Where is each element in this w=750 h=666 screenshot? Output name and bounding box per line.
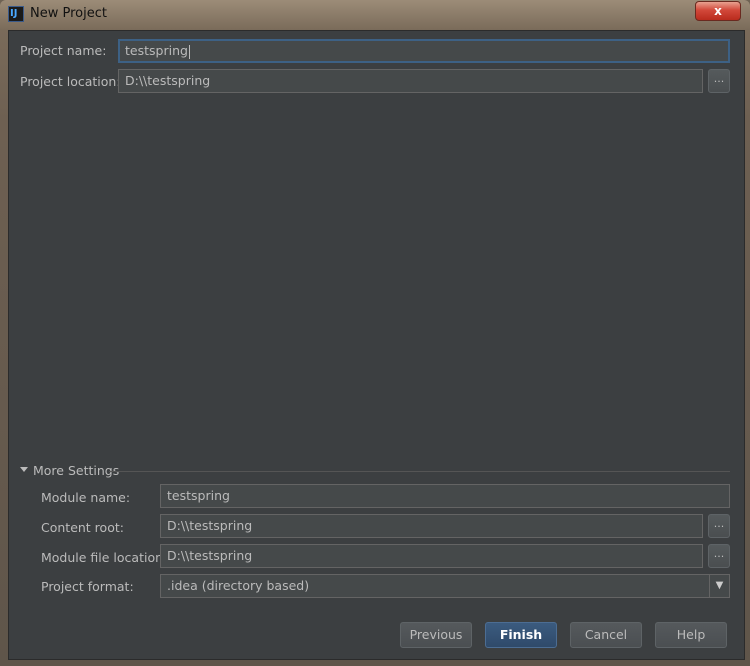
help-button[interactable]: Help	[655, 622, 727, 648]
more-settings-toggle[interactable]: More Settings	[33, 463, 119, 478]
collapse-triangle-icon[interactable]	[20, 467, 28, 472]
title-bar[interactable]: IJ New Project x	[0, 0, 750, 28]
previous-button[interactable]: Previous	[400, 622, 472, 648]
dialog-content: Project name: testspring Project locatio…	[8, 30, 745, 660]
module-file-location-browse-button[interactable]: ...	[708, 544, 730, 568]
project-location-browse-button[interactable]: ...	[708, 69, 730, 93]
project-name-label-text: Project name:	[20, 43, 107, 58]
module-name-input[interactable]: testspring	[160, 484, 730, 508]
project-location-input[interactable]: D:\\testspring	[118, 69, 703, 93]
module-file-location-input[interactable]: D:\\testspring	[160, 544, 703, 568]
app-icon-glyph: IJ	[10, 8, 18, 19]
project-format-select[interactable]: .idea (directory based) ▼	[160, 574, 730, 598]
close-icon: x	[714, 4, 722, 18]
content-root-browse-button[interactable]: ...	[708, 514, 730, 538]
section-divider	[109, 471, 730, 472]
finish-button[interactable]: Finish	[485, 622, 557, 648]
project-name-label: Project name:	[20, 43, 106, 58]
window-title: New Project	[30, 6, 107, 21]
project-location-label: Project location:	[20, 74, 121, 89]
intellij-idea-icon: IJ	[8, 6, 24, 22]
project-name-value: testspring	[125, 43, 188, 58]
module-name-label: Module name:	[41, 490, 131, 505]
text-caret	[188, 44, 190, 59]
close-button[interactable]: x	[695, 1, 741, 21]
content-root-label: Content root:	[41, 520, 124, 535]
window-frame: IJ New Project x Project name: testsprin…	[0, 0, 750, 666]
cancel-button[interactable]: Cancel	[570, 622, 642, 648]
project-format-label: Project format:	[41, 579, 134, 594]
chevron-down-icon[interactable]: ▼	[709, 575, 729, 597]
project-name-input[interactable]: testspring	[118, 39, 730, 63]
content-root-input[interactable]: D:\\testspring	[160, 514, 703, 538]
project-format-value: .idea (directory based)	[167, 578, 310, 593]
module-file-location-label: Module file location:	[41, 550, 168, 565]
